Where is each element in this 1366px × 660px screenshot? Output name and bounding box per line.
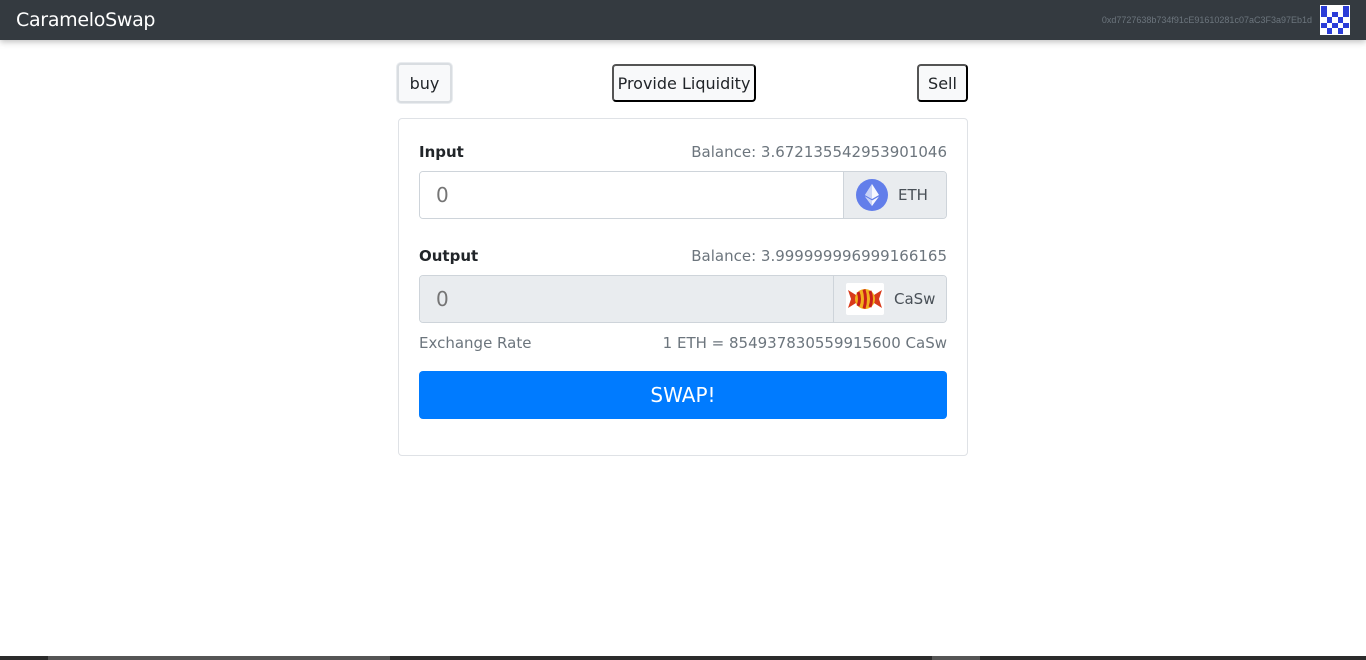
input-label: Input (419, 143, 464, 161)
output-label: Output (419, 247, 479, 265)
tab-provide-liquidity[interactable]: Provide Liquidity (612, 64, 756, 102)
output-amount-field (420, 276, 833, 322)
identicon-cell (1343, 28, 1349, 34)
taskbar-segment (932, 656, 980, 660)
brand-title[interactable]: CarameloSwap (16, 9, 155, 31)
input-balance: Balance: 3.672135542953901046 (691, 143, 947, 161)
wallet-address: 0xd7727638b734f91cE91610281c07aC3F3a97Eb… (1101, 15, 1312, 25)
swap-button[interactable]: SWAP! (419, 371, 947, 419)
bottom-taskbar-strip (0, 656, 1366, 660)
input-amount-group: ETH (419, 171, 947, 219)
exchange-rate-label: Exchange Rate (419, 334, 532, 352)
output-balance: Balance: 3.999999996999166165 (691, 247, 947, 265)
candy-icon (846, 283, 884, 315)
tab-buy[interactable]: buy (397, 63, 452, 103)
swap-card: Input Balance: 3.672135542953901046 ETH … (398, 118, 968, 456)
output-header: Output Balance: 3.999999996999166165 (419, 247, 947, 265)
output-token-addon: CaSw (833, 276, 946, 322)
input-header: Input Balance: 3.672135542953901046 (419, 143, 947, 161)
identicon-avatar (1320, 5, 1350, 35)
output-amount-group: CaSw (419, 275, 947, 323)
input-amount-field[interactable] (420, 172, 843, 218)
input-token-addon: ETH (843, 172, 946, 218)
taskbar-segment (48, 656, 390, 660)
tab-sell[interactable]: Sell (917, 64, 968, 102)
exchange-rate-row: Exchange Rate 1 ETH = 854937830559915600… (419, 334, 947, 352)
account-area: 0xd7727638b734f91cE91610281c07aC3F3a97Eb… (1102, 5, 1350, 35)
ethereum-icon (856, 179, 888, 211)
exchange-rate-value: 1 ETH = 854937830559915600 CaSw (662, 334, 947, 352)
output-token-symbol: CaSw (894, 290, 936, 308)
mode-tabs: buy Provide Liquidity Sell (397, 63, 968, 103)
input-token-symbol: ETH (898, 186, 928, 204)
top-navbar: CarameloSwap 0xd7727638b734f91cE91610281… (0, 0, 1366, 40)
